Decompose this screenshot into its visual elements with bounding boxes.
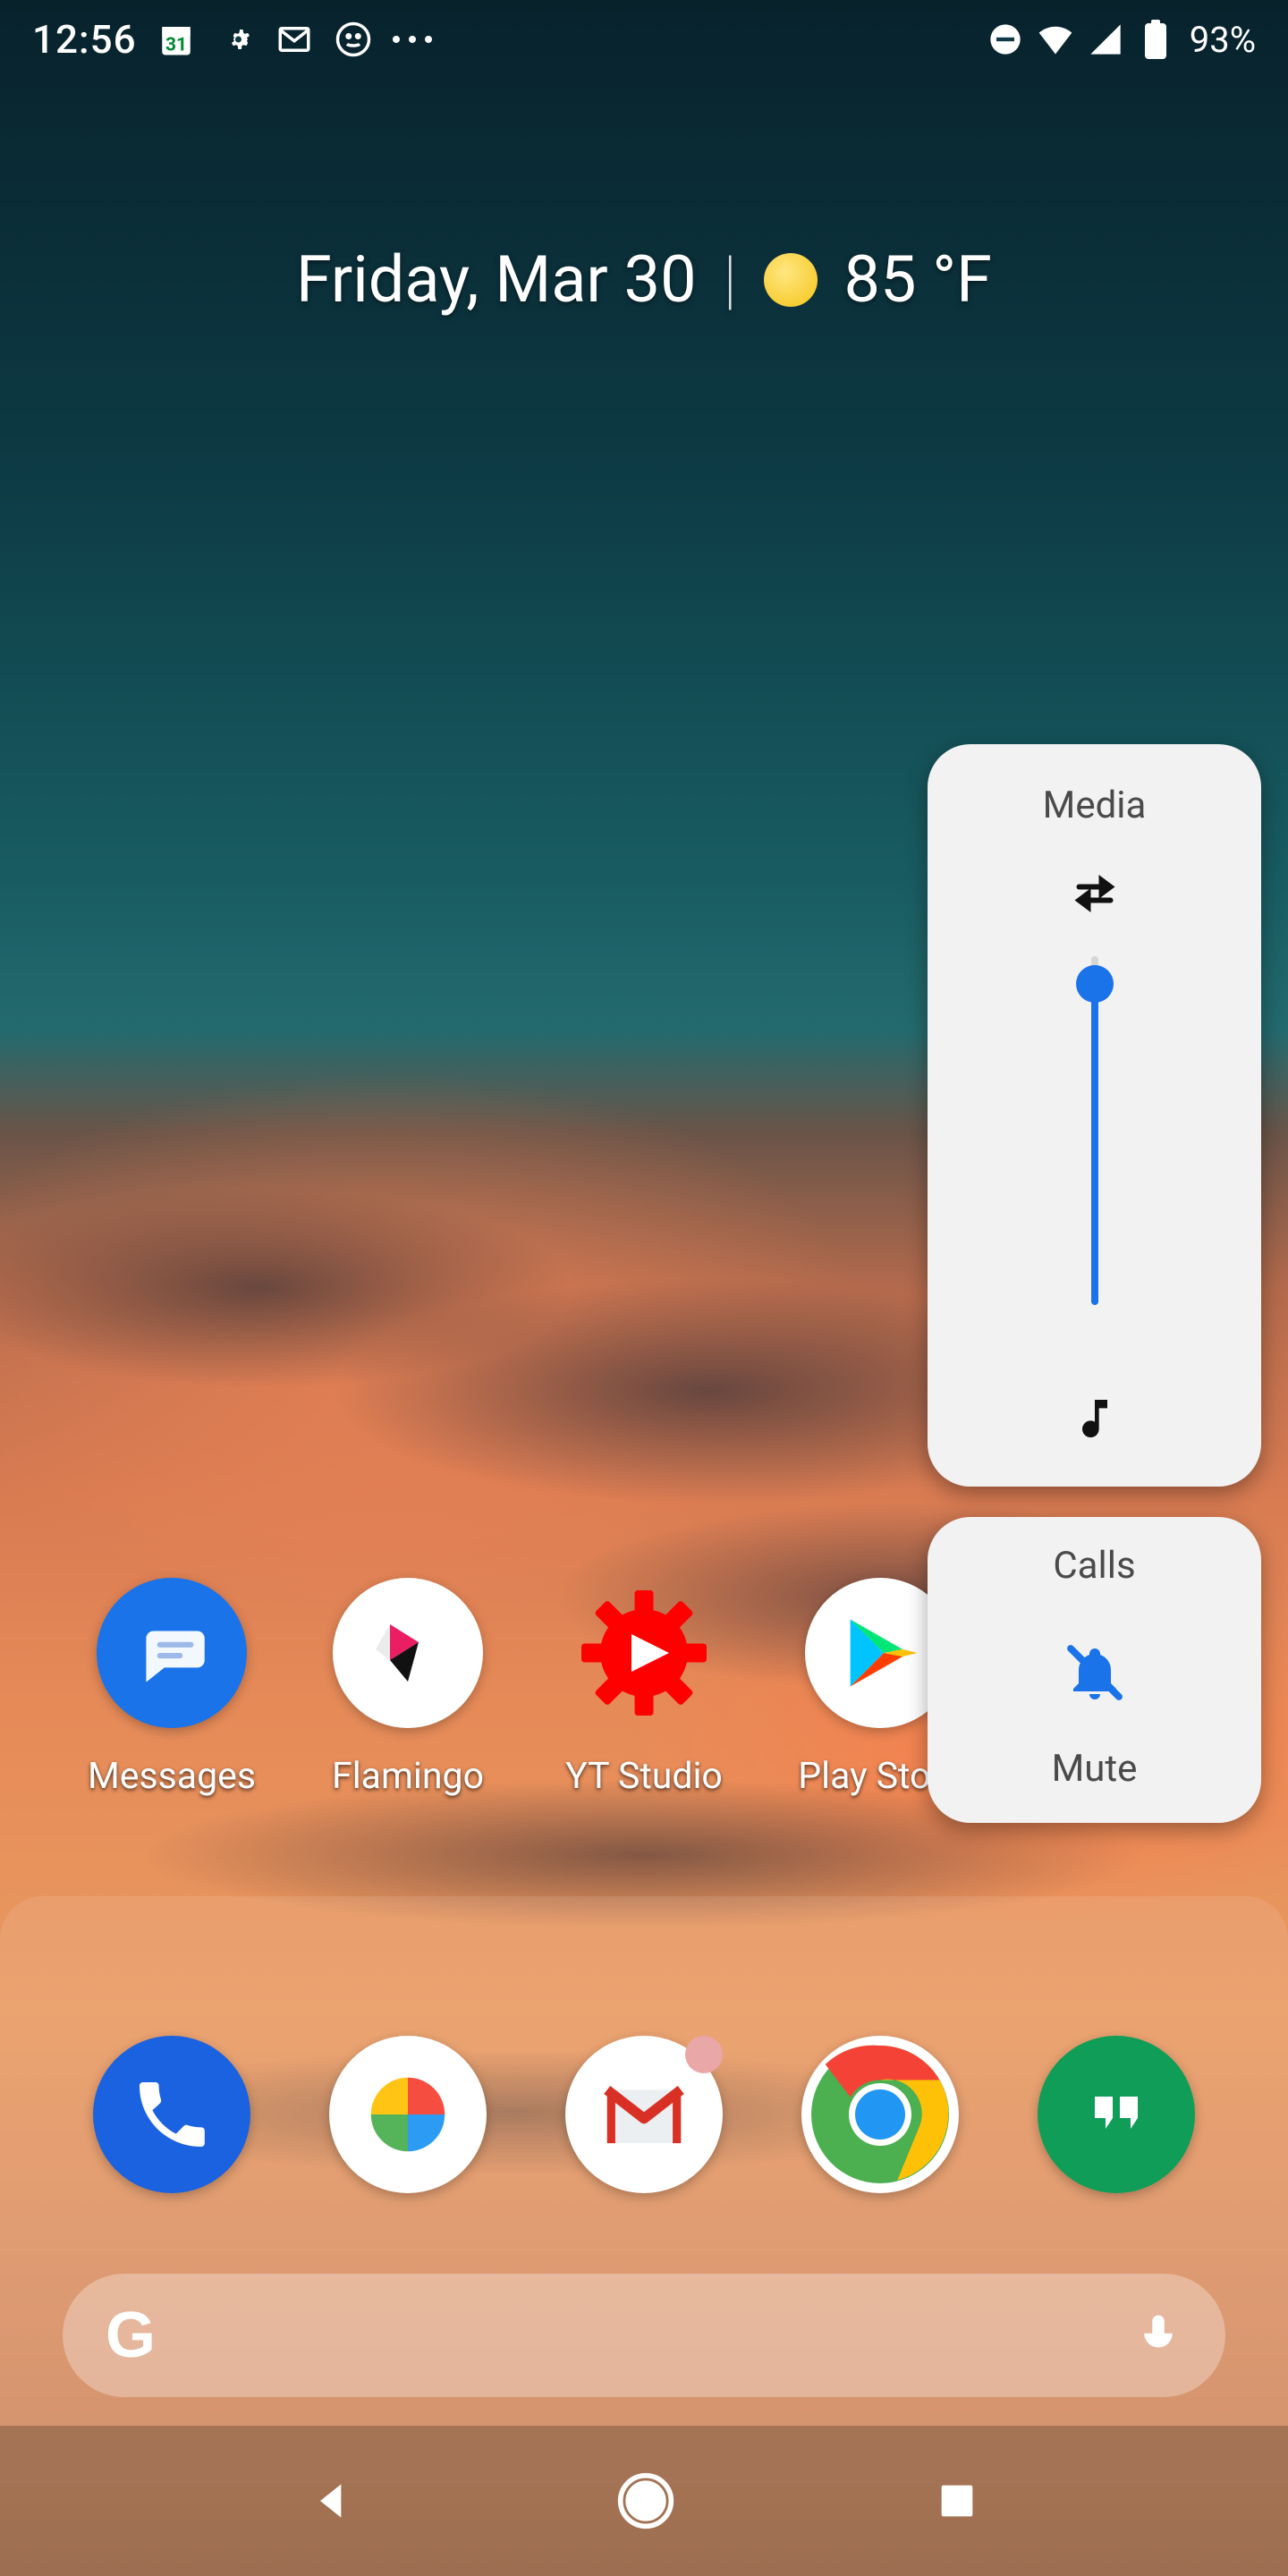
dock-hangouts[interactable] [1038, 2036, 1195, 2193]
cell-icon [1086, 20, 1125, 59]
app-yt-studio[interactable]: YT Studio [559, 1578, 729, 1798]
app-label: YT Studio [565, 1755, 723, 1798]
messages-icon [128, 1609, 216, 1697]
gmail-icon [275, 20, 314, 59]
home-screen[interactable]: 12:56 31 [0, 0, 1288, 2576]
status-bar: 12:56 31 [0, 0, 1288, 79]
chrome-icon [805, 2039, 955, 2190]
yt-studio-icon [569, 1568, 719, 1738]
volume-slider-thumb[interactable] [1076, 965, 1114, 1003]
wifi-icon [1036, 20, 1075, 59]
battery-percent: 93% [1190, 19, 1256, 61]
nav-recents[interactable] [934, 2478, 980, 2524]
battery-icon [1136, 20, 1175, 59]
hangouts-icon [1073, 2072, 1159, 2157]
face-icon [334, 20, 373, 59]
output-switch-icon[interactable] [1068, 867, 1122, 920]
more-icon [393, 20, 432, 59]
svg-text:31: 31 [165, 34, 187, 55]
play-store-icon [835, 1608, 925, 1698]
app-label: Messages [88, 1755, 256, 1798]
volume-slider[interactable] [1091, 956, 1098, 1305]
app-flamingo[interactable]: Flamingo [323, 1578, 493, 1798]
photos-icon [359, 2065, 457, 2164]
dock-row [0, 2036, 1288, 2193]
dock-phone[interactable] [93, 2036, 250, 2193]
dock-chrome[interactable] [801, 2036, 959, 2193]
nav-home[interactable] [615, 2470, 676, 2531]
volume-media-title: Media [1043, 784, 1147, 827]
calendar-icon: 31 [157, 20, 196, 59]
gear-icon [216, 20, 255, 59]
sunny-icon [764, 253, 818, 307]
date-text[interactable]: Friday, Mar 30 [296, 242, 697, 318]
music-note-icon[interactable] [1070, 1394, 1120, 1444]
widget-separator: | [724, 242, 737, 318]
volume-calls-title: Calls [1053, 1544, 1135, 1588]
google-search-bar[interactable]: G [63, 2274, 1225, 2397]
volume-slider-fill [1091, 984, 1098, 1305]
navigation-bar [0, 2426, 1288, 2576]
app-label: Flamingo [332, 1755, 484, 1798]
gmail-icon [595, 2065, 693, 2164]
nav-back[interactable] [308, 2476, 358, 2526]
dock-photos[interactable] [329, 2036, 487, 2193]
volume-panel-calls: Calls Mute [928, 1517, 1261, 1823]
notification-dot [685, 2036, 723, 2073]
temperature-text[interactable]: 85 °F [844, 242, 992, 318]
volume-panel-media: Media [928, 744, 1261, 1487]
app-messages[interactable]: Messages [87, 1578, 257, 1798]
flamingo-icon [365, 1610, 451, 1696]
bell-off-icon[interactable] [1063, 1640, 1127, 1705]
dock-gmail[interactable] [565, 2036, 723, 2193]
date-weather-widget[interactable]: Friday, Mar 30 | 85 °F [0, 242, 1288, 318]
phone-icon [129, 2072, 215, 2157]
volume-calls-status: Mute [1052, 1747, 1138, 1791]
dnd-icon [986, 20, 1025, 59]
status-time: 12:56 [32, 16, 137, 63]
google-logo: G [106, 2299, 156, 2372]
mic-icon[interactable] [1134, 2311, 1182, 2360]
